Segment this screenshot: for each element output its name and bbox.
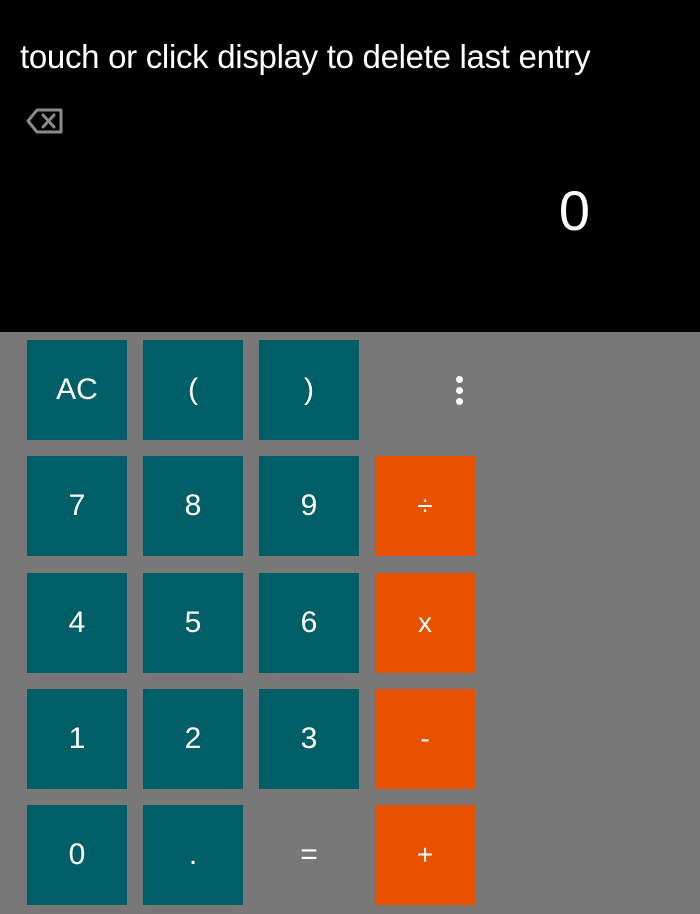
display-value: 0 [558, 179, 590, 242]
digit-6-button[interactable]: 6 [259, 573, 359, 673]
digit-9-button[interactable]: 9 [259, 456, 359, 556]
digit-7-button[interactable]: 7 [27, 456, 127, 556]
keypad: AC ( ) 7 8 9 ÷ 4 5 6 x 1 2 3 - 0 . = + [0, 332, 700, 914]
more-vert-icon [455, 375, 463, 405]
close-paren-button[interactable]: ) [259, 340, 359, 440]
open-paren-button[interactable]: ( [143, 340, 243, 440]
multiply-button[interactable]: x [375, 573, 475, 673]
equals-button[interactable]: = [259, 805, 359, 905]
digit-2-button[interactable]: 2 [143, 689, 243, 789]
divide-button[interactable]: ÷ [375, 456, 475, 556]
clear-all-button[interactable]: AC [27, 340, 127, 440]
digit-8-button[interactable]: 8 [143, 456, 243, 556]
digit-5-button[interactable]: 5 [143, 573, 243, 673]
display-hint-text: touch or click display to delete last en… [20, 38, 591, 75]
minus-button[interactable]: - [375, 689, 475, 789]
calculator-display[interactable]: touch or click display to delete last en… [0, 0, 700, 332]
digit-4-button[interactable]: 4 [27, 573, 127, 673]
digit-0-button[interactable]: 0 [27, 805, 127, 905]
plus-button[interactable]: + [375, 805, 475, 905]
decimal-button[interactable]: . [143, 805, 243, 905]
menu-button[interactable] [409, 340, 509, 440]
digit-1-button[interactable]: 1 [27, 689, 127, 789]
digit-3-button[interactable]: 3 [259, 689, 359, 789]
backspace-icon[interactable] [26, 108, 64, 134]
